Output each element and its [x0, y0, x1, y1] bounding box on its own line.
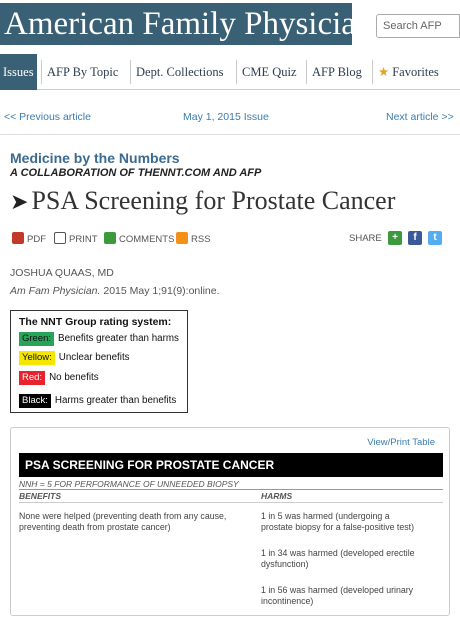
nav-item-favorites-label: Favorites: [392, 65, 439, 79]
rating-row-green: Green: Benefits greater than harms: [19, 332, 179, 346]
next-article-link[interactable]: Next article >>: [386, 111, 454, 123]
rating-text: Unclear benefits: [58, 352, 130, 363]
nav-item-issues[interactable]: Issues: [0, 54, 37, 90]
rss-icon: [176, 232, 188, 244]
author-name[interactable]: JOSHUA QUAAS, MD: [10, 267, 114, 279]
comments-link[interactable]: COMMENTS: [104, 232, 174, 246]
nnt-rating-legend: The NNT Group rating system: Green: Benef…: [10, 310, 188, 413]
nav-divider: [236, 60, 237, 84]
article-subtitle: A COLLABORATION OF THENNT.COM AND AFP: [10, 167, 262, 179]
nav-divider: [41, 60, 42, 84]
citation-details: 2015 May 1;91(9):online.: [100, 285, 220, 297]
column-header-harms: HARMS: [261, 491, 293, 501]
divider: [0, 134, 460, 135]
article-title: ➤ PSA Screening for Prostate Cancer: [10, 186, 395, 216]
nav-item-dept-collections[interactable]: Dept. Collections: [136, 54, 224, 90]
nav-divider: [130, 60, 131, 84]
twitter-icon[interactable]: t: [428, 231, 442, 245]
table-divider: [19, 502, 443, 503]
print-link[interactable]: PRINT: [54, 232, 98, 246]
nav-item-favorites[interactable]: ★ Favorites: [378, 54, 439, 90]
rating-row-black: Black: Harms greater than benefits: [19, 394, 176, 408]
share-label: SHARE: [349, 233, 382, 244]
rss-label: RSS: [191, 234, 211, 245]
benefit-cell: None were helped (preventing death from …: [19, 511, 227, 532]
comments-label: COMMENTS: [119, 234, 175, 245]
rating-chip-yellow: Yellow:: [19, 351, 55, 365]
harm-cell: 1 in 34 was harmed (developed erectile d…: [261, 548, 415, 569]
section-title[interactable]: Medicine by the Numbers: [10, 150, 180, 166]
nnt-table-card: View/Print Table PSA SCREENING FOR PROST…: [10, 427, 450, 616]
pdf-link[interactable]: PDF: [12, 232, 46, 246]
rating-chip-black: Black:: [19, 394, 51, 408]
harm-cell: 1 in 56 was harmed (developed urinary in…: [261, 585, 414, 606]
article-title-text: PSA Screening for Prostate Cancer: [31, 186, 396, 215]
nav-divider: [306, 60, 307, 84]
view-print-table-link[interactable]: View/Print Table: [367, 437, 435, 448]
rating-text: Benefits greater than harms: [58, 333, 179, 344]
nnh-label: NNH = 5 FOR PERFORMANCE OF UNNEEDED BIOP…: [19, 479, 239, 489]
rating-row-yellow: Yellow: Unclear benefits: [19, 351, 130, 365]
rating-row-red: Red: No benefits: [19, 371, 99, 385]
rating-chip-red: Red:: [19, 371, 46, 385]
rating-title: The NNT Group rating system:: [19, 316, 172, 328]
comment-icon: [104, 232, 116, 244]
pdf-label: PDF: [27, 234, 46, 245]
harm-cell: 1 in 5 was harmed (undergoing a prostate…: [261, 511, 415, 532]
nav-item-afp-blog[interactable]: AFP Blog: [312, 54, 362, 90]
rss-link[interactable]: RSS: [176, 232, 211, 246]
arrow-icon: ➤: [10, 190, 29, 215]
share-plus-icon[interactable]: +: [388, 231, 402, 245]
main-nav: Issues AFP By Topic Dept. Collections CM…: [0, 54, 460, 90]
journal-name: Am Fam Physician.: [10, 285, 101, 297]
printer-icon: [54, 232, 66, 244]
nav-divider: [372, 60, 373, 84]
issue-date-link[interactable]: May 1, 2015 Issue: [183, 111, 269, 123]
pdf-icon: [12, 232, 24, 244]
nav-item-afp-by-topic[interactable]: AFP By Topic: [47, 54, 118, 90]
site-header: American Family Physician Search AFP: [0, 0, 460, 48]
column-header-benefits: BENEFITS: [19, 491, 62, 501]
site-logo[interactable]: American Family Physician: [0, 3, 352, 45]
citation: Am Fam Physician. 2015 May 1;91(9):onlin…: [10, 285, 220, 297]
rating-text: Harms greater than benefits: [54, 395, 177, 406]
print-label: PRINT: [69, 234, 98, 245]
previous-article-link[interactable]: << Previous article: [4, 111, 91, 123]
star-icon: ★: [378, 65, 390, 79]
rating-chip-green: Green:: [19, 332, 55, 346]
facebook-icon[interactable]: f: [408, 231, 422, 245]
table-heading: PSA SCREENING FOR PROSTATE CANCER: [19, 453, 443, 477]
rating-text: No benefits: [49, 372, 99, 383]
table-divider: [19, 489, 443, 490]
nav-item-cme-quiz[interactable]: CME Quiz: [242, 54, 297, 90]
search-input[interactable]: Search AFP: [376, 14, 460, 38]
